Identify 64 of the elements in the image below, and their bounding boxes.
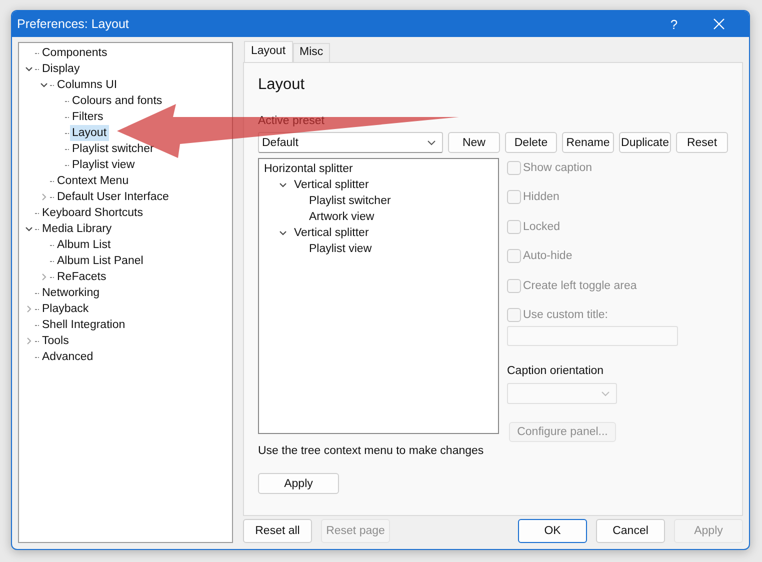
chevron-down-icon <box>601 390 610 396</box>
close-icon[interactable] <box>713 18 725 30</box>
tree-item[interactable]: Vertical splitter <box>294 179 369 191</box>
checkbox-label: Create left toggle area <box>523 280 637 292</box>
tree-item[interactable]: Media Library <box>40 221 114 237</box>
checkbox-label: Hidden <box>523 191 560 203</box>
caption-orientation-dropdown[interactable] <box>507 383 617 404</box>
footer-button[interactable]: OK <box>518 519 587 543</box>
preset-button[interactable]: Delete <box>505 132 557 153</box>
footer-button[interactable]: Reset all <box>243 519 312 543</box>
tree-item[interactable]: Components <box>40 45 110 61</box>
chevron-right-icon[interactable] <box>41 193 47 201</box>
tree-item[interactable]: Colours and fonts <box>70 93 164 109</box>
tree-item[interactable]: Layout <box>70 125 109 141</box>
apply-button[interactable]: Apply <box>258 473 339 494</box>
tree-item[interactable]: Vertical splitter <box>294 227 369 239</box>
tree-item[interactable]: Artwork view <box>309 211 374 223</box>
tree-item[interactable]: Playlist switcher <box>309 195 391 207</box>
chevron-right-icon[interactable] <box>26 305 32 313</box>
custom-title-field[interactable] <box>507 326 678 346</box>
chevron-right-icon[interactable] <box>41 273 47 281</box>
chevron-down-icon[interactable] <box>279 230 287 236</box>
checkbox-label: Show caption <box>523 162 592 174</box>
hint-text: Use the tree context menu to make changes <box>258 445 485 457</box>
chevron-right-icon[interactable] <box>26 337 32 345</box>
chevron-down-icon[interactable] <box>40 82 48 88</box>
tree-item[interactable]: Advanced <box>40 349 96 365</box>
footer-button[interactable]: Cancel <box>596 519 665 543</box>
window-title: Preferences: Layout <box>17 17 130 31</box>
tab[interactable]: Misc <box>292 43 330 62</box>
tab[interactable]: Layout <box>244 41 293 62</box>
tree-item[interactable]: Playlist view <box>70 157 137 173</box>
tree-item[interactable]: Columns UI <box>55 77 120 93</box>
tree-item[interactable]: Default User Interface <box>55 189 171 205</box>
checkbox-label: Locked <box>523 220 560 232</box>
tree-item[interactable]: Playlist switcher <box>70 141 156 157</box>
preset-button[interactable]: Duplicate <box>619 132 671 153</box>
tree-item[interactable]: Album List Panel <box>55 253 146 269</box>
tree-item[interactable]: Tools <box>40 333 71 349</box>
tree-item[interactable]: Keyboard Shortcuts <box>40 205 146 221</box>
preset-button[interactable]: Rename <box>562 132 614 153</box>
tree-item[interactable]: Playback <box>40 301 91 317</box>
tree-item[interactable]: Filters <box>70 109 106 125</box>
chevron-down-icon[interactable] <box>25 66 33 72</box>
checkbox-label: Auto-hide <box>523 250 572 262</box>
chevron-down-icon[interactable] <box>279 182 287 188</box>
tree-item[interactable]: Shell Integration <box>40 317 128 333</box>
tree-item[interactable]: Networking <box>40 285 102 301</box>
preset-label: Active preset <box>258 115 326 129</box>
caption-orientation-label: Caption orientation <box>507 365 605 379</box>
preset-button[interactable]: New <box>448 132 500 153</box>
tree-item[interactable]: Display <box>40 61 82 77</box>
tree-item[interactable]: ReFacets <box>55 269 108 285</box>
preset-dropdown[interactable]: Default <box>258 132 443 153</box>
checkbox-label: Use custom title: <box>523 309 608 321</box>
tree-item[interactable]: Playlist view <box>309 243 372 255</box>
chevron-down-icon[interactable] <box>25 226 33 232</box>
preset-button[interactable]: Reset <box>676 132 728 153</box>
help-button[interactable]: ? <box>651 16 697 32</box>
tree-item[interactable]: Context Menu <box>55 173 131 189</box>
tree-item[interactable]: Horizontal splitter <box>264 163 353 175</box>
tree-item[interactable]: Album List <box>55 237 113 253</box>
chevron-down-icon <box>427 140 436 146</box>
page-heading: Layout <box>258 76 306 95</box>
